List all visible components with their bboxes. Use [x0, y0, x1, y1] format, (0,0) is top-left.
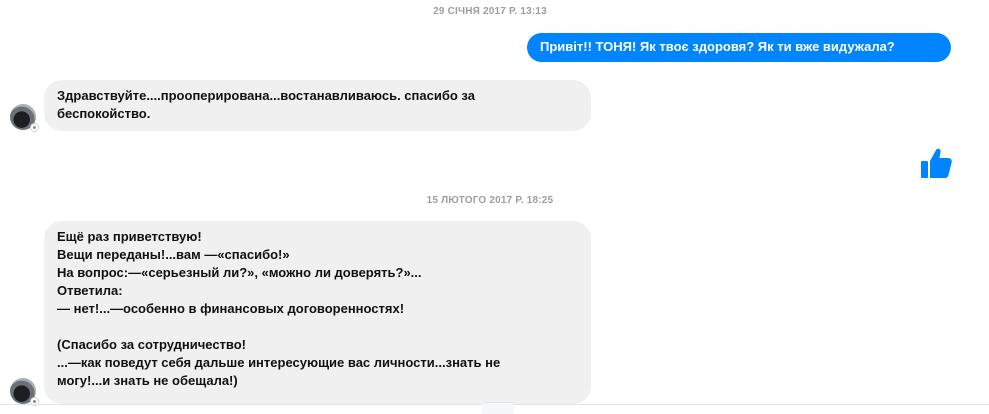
message-line: Ответила:	[57, 283, 123, 298]
message-line: Ещё раз приветствую!	[57, 229, 202, 244]
message-line: Вещи переданы!...вам —«спасибо!»	[57, 247, 290, 262]
contact-avatar[interactable]	[10, 378, 39, 406]
message-line: беспокойство.	[57, 106, 151, 121]
composer-handle[interactable]	[482, 402, 514, 414]
messenger-badge-icon	[30, 123, 39, 132]
message-line: (Спасибо за сотрудничество!	[57, 337, 247, 352]
outgoing-message-bubble[interactable]: Привіт!! ТОНЯ! Як твоє здоровя? Як ти вж…	[527, 33, 951, 62]
incoming-message-bubble[interactable]: Ещё раз приветствую! Вещи переданы!...ва…	[44, 221, 591, 404]
message-line: ...—как поведут себя дальше интересующие…	[57, 355, 501, 370]
message-line: На вопрос:—«серьезный ли?», «можно ли до…	[57, 265, 422, 280]
contact-avatar[interactable]	[10, 104, 39, 132]
timestamp-divider: 29 СІЧНЯ 2017 Р. 13:13	[433, 6, 547, 17]
message-line: Здравствуйте....прооперирована...востана…	[57, 88, 475, 103]
message-line: — нет!...—особенно в финансовых договоре…	[57, 301, 405, 316]
message-line: могу!...и знать не обещала!)	[57, 373, 238, 388]
timestamp-divider: 15 ЛЮТОГО 2017 Р. 18:25	[426, 195, 554, 206]
message-line	[57, 318, 575, 336]
thumbs-up-icon[interactable]	[918, 146, 954, 182]
incoming-message-bubble[interactable]: Здравствуйте....прооперирована...востана…	[44, 80, 591, 131]
